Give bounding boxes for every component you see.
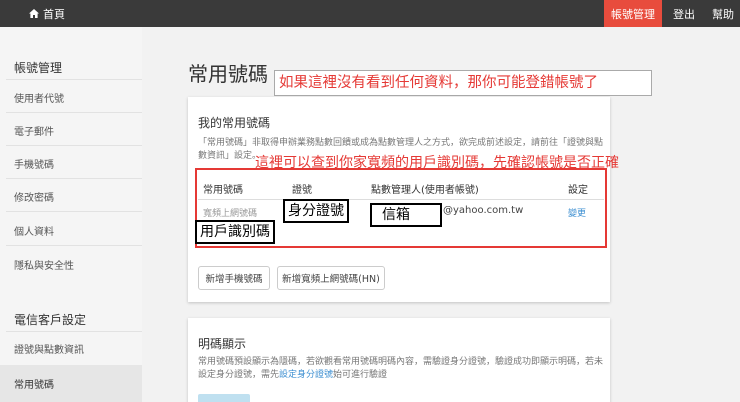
divider	[6, 245, 142, 246]
desc-text: 始可進行驗證	[333, 370, 388, 380]
col-header-number: 常用號碼	[203, 185, 243, 196]
divider	[6, 211, 142, 212]
home-label: 首頁	[43, 7, 65, 21]
divider	[6, 79, 142, 80]
sidebar-item-user-code[interactable]: 使用者代號	[14, 90, 64, 105]
label-email: 信箱	[370, 203, 442, 227]
sidebar-section-account: 帳號管理	[14, 61, 63, 75]
sidebar-item-id-points[interactable]: 證號與點數資訊	[14, 341, 84, 356]
logout-link[interactable]: 登出	[666, 0, 702, 27]
label-user-code: 用戶識別碼	[195, 220, 275, 244]
masked-display-card: 明碼顯示 常用號碼預設顯示為隱碼，若欲觀看常用號碼明碼內容，需驗證身分證號，驗證…	[188, 318, 610, 402]
sidebar-item-frequent-numbers[interactable]: 常用號碼	[14, 376, 54, 391]
add-broadband-button[interactable]: 新增寬頻上網號碼(HN)	[277, 266, 385, 290]
row-email-suffix: @yahoo.com.tw	[443, 205, 524, 216]
divider	[6, 331, 142, 332]
set-id-link[interactable]: 設定身分證號	[279, 370, 333, 380]
sidebar-item-profile[interactable]: 個人資料	[14, 223, 54, 238]
desc-line: 設定身分證號，需先設定身分證號始可進行驗證	[198, 369, 603, 382]
home-icon	[29, 9, 39, 18]
page-title: 常用號碼	[188, 62, 268, 86]
col-header-points-manager: 點數管理人(使用者帳號)	[371, 185, 479, 196]
sidebar: 帳號管理 使用者代號 電子郵件 手機號碼 修改密碼 個人資料 隱私與安全性 電信…	[0, 27, 142, 402]
sidebar-item-email[interactable]: 電子郵件	[14, 123, 54, 138]
col-header-id: 證號	[292, 185, 312, 196]
change-link[interactable]: 變更	[568, 206, 586, 219]
add-mobile-button[interactable]: 新增手機號碼	[198, 266, 270, 290]
account-management-tab[interactable]: 帳號管理	[604, 0, 662, 27]
sidebar-item-password[interactable]: 修改密碼	[14, 189, 54, 204]
divider	[6, 112, 142, 113]
card-title: 明碼顯示	[198, 337, 247, 351]
home-link[interactable]: 首頁	[29, 0, 65, 27]
sidebar-item-privacy[interactable]: 隱私與安全性	[14, 257, 74, 272]
card-title: 我的常用號碼	[198, 116, 271, 130]
annotation-top: 如果這裡沒有看到任何資料，那你可能登錯帳號了	[274, 70, 652, 96]
divider	[6, 145, 142, 146]
verify-button[interactable]	[198, 394, 250, 402]
divider	[6, 178, 142, 179]
row-number-type: 寬頻上網號碼	[203, 209, 258, 219]
desc-text: 設定身分證號，需先	[198, 370, 280, 380]
card-description: 常用號碼預設顯示為隱碼，若欲觀看常用號碼明碼內容，需驗證身分證號，驗證成功即顯示…	[198, 356, 603, 382]
desc-line: 「常用號碼」非取得申辦業務點數回饋或成為點數管理人之方式，欲完成前述設定，請前往…	[198, 138, 604, 148]
top-navbar: 首頁 帳號管理 登出 幫助	[0, 0, 740, 27]
desc-line: 常用號碼預設顯示為隱碼，若欲觀看常用號碼明碼內容，需驗證身分證號，驗證成功即顯示…	[198, 357, 604, 367]
label-id-number: 身分證號	[283, 199, 349, 223]
sidebar-item-mobile[interactable]: 手機號碼	[14, 156, 54, 171]
sidebar-section-telecom: 電信客戶設定	[14, 313, 87, 327]
col-header-settings: 設定	[568, 185, 588, 196]
help-link[interactable]: 幫助	[706, 0, 740, 27]
table-header-divider	[198, 199, 604, 200]
